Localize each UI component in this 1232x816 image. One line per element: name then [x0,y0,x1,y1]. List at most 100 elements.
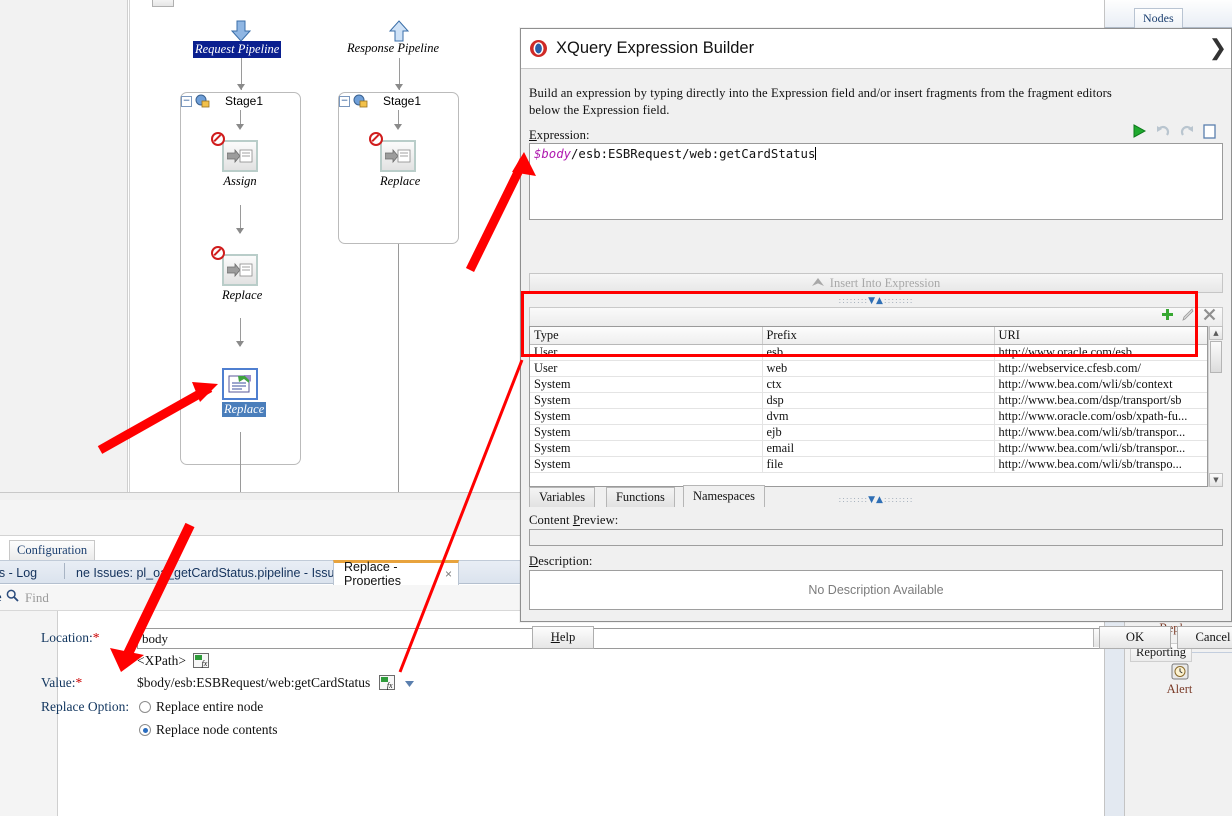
response-stage-header[interactable]: − Stage1 [339,94,421,108]
redo-icon [1179,123,1195,144]
pipeline-node-replace-response[interactable]: Replace [380,140,420,189]
expression-variable: $body [534,147,572,161]
stage-expander-icon[interactable]: − [339,95,350,107]
tab-divider [64,563,65,579]
cell-type: System [530,376,763,393]
expression-input[interactable]: $body/esb:ESBRequest/web:getCardStatus [529,143,1223,220]
fx-icon[interactable] [193,653,210,668]
description-field: No Description Available [529,570,1223,610]
radio-label: Replace node contents [156,722,278,737]
connector-arrow [236,341,244,347]
location-input[interactable]: body [137,628,1111,649]
ok-button[interactable]: OK [1099,626,1171,649]
radio-icon-selected[interactable] [139,724,151,736]
table-row[interactable]: System ejb http://www.bea.com/wli/sb/trans… [530,424,1207,441]
response-pipeline-label[interactable]: Response Pipeline [347,41,439,56]
cell-type: User [530,360,763,377]
table-row[interactable]: User web http://webservice.cfesb.com/ [530,360,1207,377]
pipeline-node-replace-1[interactable]: Replace [222,254,262,303]
text-caret [815,147,817,160]
cell-type: System [530,424,763,441]
stage-icon [353,94,368,108]
dialog-titlebar: XQuery Expression Builder [521,29,1231,69]
chevron-down-icon[interactable] [404,675,414,691]
help-button[interactable]: Help [532,626,594,649]
pipeline-node-label-selected[interactable]: Replace [222,402,267,417]
cell-type: System [530,440,763,457]
canvas-collapse-button[interactable] [152,0,174,7]
palette-group-divider [1192,652,1232,653]
close-icon[interactable]: ❯ [1209,35,1227,61]
description-label: Description: [529,554,593,568]
find-input[interactable]: Find [25,590,49,606]
scrollbar-thumb[interactable] [1210,341,1222,373]
tab-nodes[interactable]: Nodes [1134,8,1183,29]
tab-log[interactable]: ges - Log [0,566,37,580]
cancel-button[interactable]: Cancel [1177,626,1232,649]
table-row[interactable]: System ctx http://www.bea.com/wli/sb/conte… [530,376,1207,393]
tab-configuration[interactable]: Configuration [9,540,96,562]
cell-uri: http://www.bea.com/dsp/transport/sb [994,392,1207,409]
close-icon[interactable]: × [445,567,452,581]
pipeline-node-assign[interactable]: Assign [222,140,258,189]
copy-icon[interactable] [1203,123,1217,144]
connector-line [398,244,399,492]
table-row[interactable]: System file http://www.bea.com/wli/sb/tran… [530,456,1207,473]
table-row[interactable]: System dvm http://www.oracle.com/osb/xpath… [530,408,1207,425]
content-preview-label: Content Preview: [529,513,619,527]
required-marker: * [92,630,100,645]
xpath-label: <XPath> [137,653,186,668]
location-label: Location:* [41,630,99,646]
chevron-up-icon [811,276,824,291]
cell-uri: http://www.oracle.com/osb/xpath-fu... [994,408,1207,425]
insert-into-expression-button[interactable]: Insert Into Expression [529,273,1223,293]
scroll-down-button[interactable]: ▼ [1209,473,1223,487]
tab-issues[interactable]: ne Issues: pl_oa_getCardStatus.pipeline … [76,566,348,580]
cell-uri: http://webservice.cfesb.com/ [994,360,1207,377]
error-badge-icon [211,246,225,260]
dialog-title: XQuery Expression Builder [556,39,755,57]
content-preview-field[interactable] [529,529,1223,546]
replace-selected-icon [222,368,258,400]
cell-uri: http://www.bea.com/wli/sb/context [994,376,1207,393]
cell-prefix: dsp [762,392,995,409]
replace-icon [222,254,258,286]
search-icon [6,589,19,607]
namespace-table-body[interactable]: User esb http://www.oracle.com/esb User web h… [530,344,1207,473]
tab-label: Replace - Properties [344,560,401,588]
error-badge-icon [369,132,383,146]
delete-icon[interactable] [1203,308,1216,326]
value-row[interactable]: $body/esb:ESBRequest/web:getCardStatus [137,675,414,691]
required-marker: * [75,675,83,690]
table-row[interactable]: System email http://www.bea.com/wli/sb/tra… [530,440,1207,457]
run-icon[interactable] [1131,123,1147,144]
expression-toolbar [1131,123,1217,144]
namespace-user-rows-highlight [521,291,1198,357]
connector-line [240,432,241,492]
xpath-row: <XPath> [137,653,210,669]
cell-prefix: ejb [762,424,995,441]
splitter-handle-bottom[interactable]: ::::::::▼▲:::::::: [529,495,1223,505]
pipeline-node-label: Replace [222,288,263,302]
namespace-table-scrollbar[interactable]: ▲ ▼ [1208,326,1223,487]
insert-button-label: Insert Into Expression [829,275,941,290]
undo-icon [1155,123,1171,144]
cell-uri: http://www.bea.com/wli/sb/transpor... [994,440,1207,457]
stage-expander-icon[interactable]: − [181,95,192,107]
fx-icon[interactable] [378,675,395,690]
palette-item-alert[interactable]: Alert [1126,663,1232,697]
radio-replace-node-contents[interactable]: Replace node contents [139,722,277,738]
pipeline-node-replace-selected[interactable]: Replace [222,368,267,418]
scroll-up-button[interactable]: ▲ [1209,326,1223,340]
radio-replace-entire-node[interactable]: Replace entire node [139,699,263,715]
expression-path: /esb:ESBRequest/web:getCardStatus [571,147,816,161]
cell-prefix: web [762,360,995,377]
radio-icon[interactable] [139,701,151,713]
tab-replace-properties[interactable]: Replace - Properties × [333,560,459,588]
request-stage-header[interactable]: − Stage1 [181,94,263,108]
request-stage-name: Stage1 [225,94,264,108]
table-row[interactable]: System dsp http://www.bea.com/dsp/transpor… [530,392,1207,409]
alert-icon [1170,663,1190,681]
request-pipeline-label[interactable]: Request Pipeline [193,41,282,58]
cell-type: System [530,456,763,473]
